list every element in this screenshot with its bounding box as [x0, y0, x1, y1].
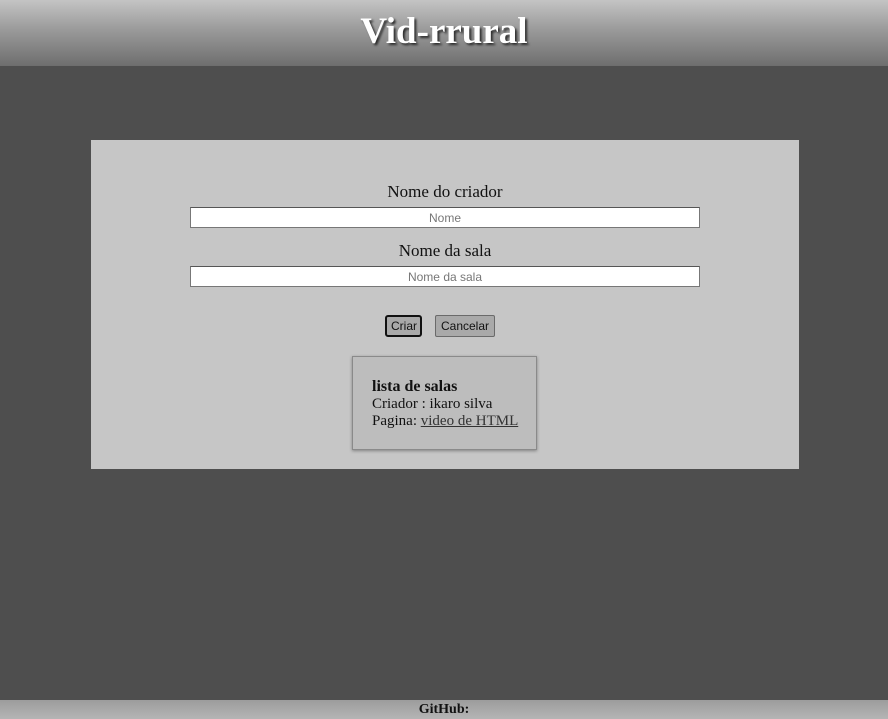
create-room-panel: Nome do criador Nome da sala Criar Cance…: [91, 140, 799, 469]
create-button[interactable]: Criar: [385, 315, 422, 337]
cancel-button[interactable]: Cancelar: [435, 315, 495, 337]
app-footer: GitHub:: [0, 700, 888, 719]
creator-name-input[interactable]: [190, 207, 700, 228]
room-name-label: Nome da sala: [398, 241, 492, 260]
creator-name-label: Nome do criador: [387, 182, 503, 201]
room-creator-prefix: Criador :: [372, 396, 430, 412]
room-creator-name: ikaro silva: [429, 396, 493, 412]
room-page-prefix: Pagina:: [372, 413, 421, 429]
room-list-item: Criador : ikaro silva Pagina: video de H…: [372, 396, 536, 430]
room-page: Pagina: video de HTML: [372, 413, 536, 430]
room-list-title: lista de salas: [372, 378, 458, 395]
room-page-link[interactable]: video de HTML: [421, 413, 518, 429]
github-label: GitHub:: [418, 702, 470, 717]
app-header: Vid-rrural: [0, 0, 888, 66]
room-list: lista de salas Criador : ikaro silva Pag…: [352, 356, 537, 450]
app-title: Vid-rrural: [360, 11, 528, 52]
room-creator: Criador : ikaro silva: [372, 396, 536, 413]
room-name-input[interactable]: [190, 266, 700, 287]
